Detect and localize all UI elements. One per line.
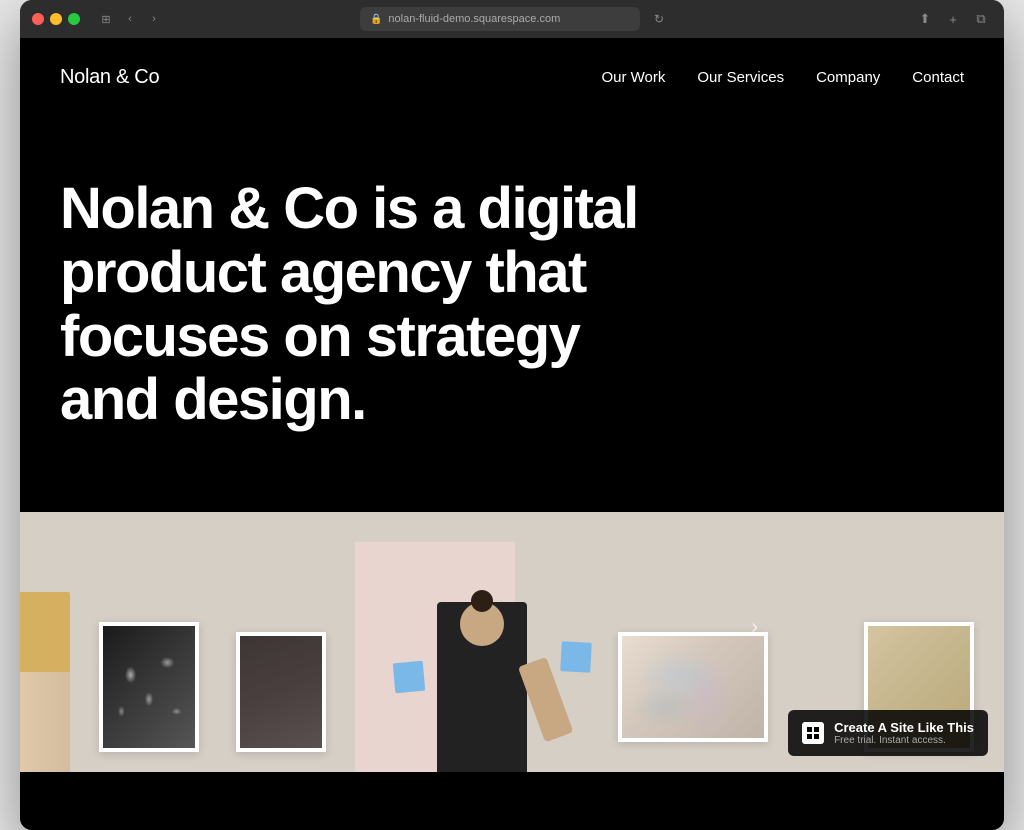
frame-inner-3 — [622, 636, 764, 738]
watercolor-pattern — [622, 636, 764, 738]
badge-title: Create A Site Like This — [834, 720, 974, 735]
titlebar-right-controls: ⬆ + ⧉ — [914, 8, 992, 30]
badge-subtitle: Free trial. Instant access. — [834, 735, 974, 746]
traffic-lights — [32, 13, 80, 25]
forward-button[interactable]: › — [144, 9, 164, 29]
site-nav: Nolan & Co Our Work Our Services Company… — [20, 38, 1004, 117]
lock-icon: 🔒 — [370, 14, 382, 25]
artwork-frame-1 — [99, 622, 199, 752]
back-button[interactable]: ‹ — [120, 9, 140, 29]
maximize-button[interactable] — [68, 13, 80, 25]
floral-pattern — [103, 626, 195, 748]
left-figure — [20, 592, 70, 772]
sidebar-toggle[interactable]: ⊞ — [96, 9, 116, 29]
sticky-note-2 — [560, 641, 592, 673]
site-logo[interactable]: Nolan & Co — [60, 66, 159, 89]
url-text: nolan-fluid-demo.squarespace.com — [388, 13, 560, 25]
website-content: Nolan & Co Our Work Our Services Company… — [20, 38, 1004, 830]
browser-window: ⊞ ‹ › 🔒 nolan-fluid-demo.squarespace.com… — [20, 0, 1004, 830]
nav-our-services[interactable]: Our Services — [697, 69, 784, 86]
minimize-button[interactable] — [50, 13, 62, 25]
nav-links: Our Work Our Services Company Contact — [601, 69, 964, 86]
nav-contact[interactable]: Contact — [912, 69, 964, 86]
image-canvas: › Create A — [20, 512, 1004, 772]
frame-inner-1 — [103, 626, 195, 748]
hero-heading: Nolan & Co is a digital product agency t… — [60, 177, 680, 432]
squarespace-logo — [802, 722, 824, 744]
person-bun — [471, 590, 493, 612]
refresh-button[interactable]: ↻ — [654, 12, 664, 26]
titlebar: ⊞ ‹ › 🔒 nolan-fluid-demo.squarespace.com… — [20, 0, 1004, 38]
hero-image: › Create A — [20, 512, 1004, 772]
close-button[interactable] — [32, 13, 44, 25]
left-hair — [20, 592, 70, 672]
nav-company[interactable]: Company — [816, 69, 880, 86]
new-tab-button[interactable]: + — [942, 8, 964, 30]
artwork-frame-2 — [236, 632, 326, 752]
artwork-frame-3 — [618, 632, 768, 742]
nav-our-work[interactable]: Our Work — [601, 69, 665, 86]
squarespace-badge[interactable]: Create A Site Like This Free trial. Inst… — [788, 710, 988, 756]
frame-inner-2 — [240, 636, 322, 748]
address-bar[interactable]: 🔒 nolan-fluid-demo.squarespace.com — [360, 7, 640, 31]
tabs-button[interactable]: ⧉ — [970, 8, 992, 30]
gallery-arrow[interactable]: › — [751, 616, 758, 639]
person-figure — [412, 532, 552, 772]
person-body — [437, 602, 527, 772]
badge-text: Create A Site Like This Free trial. Inst… — [834, 720, 974, 746]
nav-controls: ⊞ ‹ › — [96, 9, 164, 29]
person-head — [460, 602, 504, 646]
share-button[interactable]: ⬆ — [914, 8, 936, 30]
address-bar-area: 🔒 nolan-fluid-demo.squarespace.com ↻ — [360, 7, 664, 31]
hero-section: Nolan & Co is a digital product agency t… — [20, 117, 1004, 512]
sticky-note-1 — [393, 661, 426, 694]
